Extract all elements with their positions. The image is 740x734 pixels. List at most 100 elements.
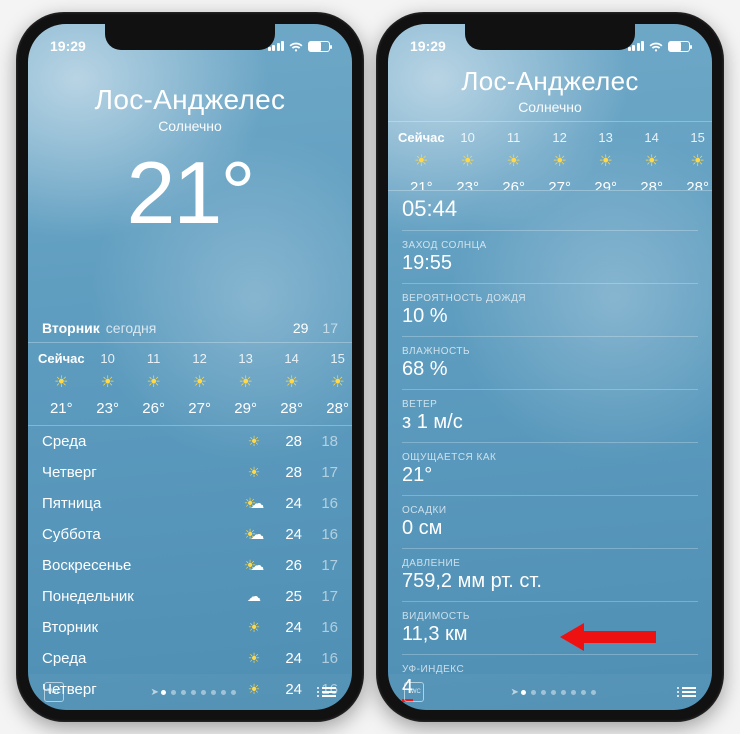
locations-list-icon[interactable] — [322, 687, 336, 697]
phone-right: 19:29 Лос-Анджелес Солнечно Сейчас☀︎21°1… — [376, 12, 724, 722]
city-name: Лос-Анджелес — [36, 84, 344, 116]
hourly-cell: Сейчас☀︎21° — [398, 130, 445, 182]
hour-label: 12 — [552, 130, 566, 145]
sun-icon: ☀︎ — [690, 153, 704, 171]
hour-temp: 21° — [410, 179, 433, 190]
page-dot[interactable] — [181, 690, 186, 695]
page-dot[interactable] — [551, 690, 556, 695]
weather-screen-details[interactable]: 19:29 Лос-Анджелес Солнечно Сейчас☀︎21°1… — [388, 24, 712, 710]
hour-label: Сейчас — [38, 351, 85, 366]
weather-screen-main[interactable]: 19:29 Лос-Анджелес Солнечно 21° Вторник … — [28, 24, 352, 710]
page-dot[interactable] — [191, 690, 196, 695]
daily-row: Воскресенье☀︎☁︎2617 — [42, 550, 338, 581]
page-dot[interactable] — [171, 690, 176, 695]
detail-value: 11,3 км — [402, 623, 698, 646]
daily-row: Понедельник☁︎2517 — [42, 581, 338, 612]
sun-icon: ☀︎ — [552, 153, 566, 171]
day-high: 24 — [268, 619, 302, 636]
page-dot[interactable] — [581, 690, 586, 695]
page-dot[interactable] — [211, 690, 216, 695]
detail-pressure: ДАВЛЕНИЕ 759,2 мм рт. ст. — [402, 549, 698, 602]
page-dot[interactable] — [521, 690, 526, 695]
detail-feels-like: ОЩУЩАЕТСЯ КАК 21° — [402, 443, 698, 496]
hour-temp: 28° — [280, 400, 303, 417]
hourly-cell: 14☀︎28° — [269, 351, 315, 417]
sun-icon: ☀︎ — [146, 374, 160, 392]
weather-details[interactable]: 05:44 ЗАХОД СОЛНЦА 19:55 ВЕРОЯТНОСТЬ ДОЖ… — [388, 191, 712, 710]
current-temperature: 21° — [36, 142, 344, 244]
hour-temp: 29° — [234, 400, 257, 417]
hourly-cell: 14☀︎28° — [629, 130, 675, 182]
daily-row: Суббота☀︎☁︎2416 — [42, 519, 338, 550]
day-name: Вторник — [42, 619, 240, 636]
battery-icon — [308, 41, 330, 52]
hourly-forecast[interactable]: Сейчас☀︎21°10☀︎23°11☀︎26°12☀︎27°13☀︎29°1… — [388, 122, 712, 190]
weather-header: Лос-Анджелес Солнечно — [388, 62, 712, 121]
page-dot[interactable] — [221, 690, 226, 695]
day-name: Пятница — [42, 495, 240, 512]
hour-temp: 26° — [142, 400, 165, 417]
day-name: Суббота — [42, 526, 240, 543]
page-dot[interactable] — [591, 690, 596, 695]
hour-label: 13 — [598, 130, 612, 145]
condition-label: Солнечно — [36, 118, 344, 134]
hourly-cell: 12☀︎27° — [537, 130, 583, 182]
day-high: 24 — [268, 650, 302, 667]
page-dot[interactable] — [161, 690, 166, 695]
page-dot[interactable] — [201, 690, 206, 695]
day-low: 16 — [312, 650, 338, 667]
sun-icon: ☀︎ — [598, 153, 612, 171]
hour-label: 15 — [690, 130, 704, 145]
bottom-toolbar: TWC ➤ — [388, 674, 712, 710]
weather-header: Лос-Анджелес Солнечно 21° — [28, 62, 352, 250]
sun-icon: ☀︎ — [54, 374, 68, 392]
notch — [465, 24, 635, 50]
hour-temp: 23° — [456, 179, 479, 190]
detail-value: 10 % — [402, 305, 698, 328]
hour-label: Сейчас — [398, 130, 445, 145]
today-high: 29 — [293, 320, 309, 336]
day-low: 17 — [312, 588, 338, 605]
detail-wind: ВЕТЕР з 1 м/с — [402, 390, 698, 443]
day-low: 16 — [312, 526, 338, 543]
phone-left: 19:29 Лос-Анджелес Солнечно 21° Вторник … — [16, 12, 364, 722]
detail-sunset: ЗАХОД СОЛНЦА 19:55 — [402, 231, 698, 284]
sun-icon: ☀︎ — [506, 153, 520, 171]
detail-label: ВЛАЖНОСТЬ — [402, 346, 698, 357]
page-dot[interactable] — [561, 690, 566, 695]
detail-label: ВИДИМОСТЬ — [402, 611, 698, 622]
weather-channel-icon[interactable]: TWC — [404, 682, 424, 702]
day-low: 17 — [312, 557, 338, 574]
page-indicator[interactable]: ➤ — [151, 690, 236, 695]
hourly-cell: 12☀︎27° — [177, 351, 223, 417]
detail-value: 19:55 — [402, 252, 698, 275]
page-dot[interactable] — [571, 690, 576, 695]
location-arrow-icon: ➤ — [511, 690, 516, 695]
status-icons — [268, 40, 331, 52]
hourly-forecast[interactable]: Сейчас☀︎21°10☀︎23°11☀︎26°12☀︎27°13☀︎29°1… — [28, 343, 352, 425]
detail-precipitation: ОСАДКИ 0 см — [402, 496, 698, 549]
daily-forecast[interactable]: Среда☀︎2818Четверг☀︎2817Пятница☀︎☁︎2416С… — [28, 426, 352, 705]
hour-temp: 27° — [548, 179, 571, 190]
detail-label: ВЕРОЯТНОСТЬ ДОЖДЯ — [402, 293, 698, 304]
detail-value: 68 % — [402, 358, 698, 381]
page-dot[interactable] — [531, 690, 536, 695]
locations-list-icon[interactable] — [682, 687, 696, 697]
weather-channel-icon[interactable]: TWC — [44, 682, 64, 702]
sun-icon: ☀︎ — [192, 374, 206, 392]
day-name: Воскресенье — [42, 557, 240, 574]
page-dot[interactable] — [541, 690, 546, 695]
sun-icon: ☀︎ — [284, 374, 298, 392]
sun-icon: ☀︎ — [238, 374, 252, 392]
wifi-icon — [289, 40, 303, 52]
day-high: 24 — [268, 526, 302, 543]
detail-label: ВЕТЕР — [402, 399, 698, 410]
day-name: Понедельник — [42, 588, 240, 605]
hourly-cell: 11☀︎26° — [491, 130, 537, 182]
today-day-label: Вторник — [42, 320, 100, 336]
page-indicator[interactable]: ➤ — [511, 690, 596, 695]
detail-visibility: ВИДИМОСТЬ 11,3 км — [402, 602, 698, 655]
daily-row: Вторник☀︎2416 — [42, 612, 338, 643]
forecast-icon: ☀︎ — [240, 650, 268, 667]
page-dot[interactable] — [231, 690, 236, 695]
